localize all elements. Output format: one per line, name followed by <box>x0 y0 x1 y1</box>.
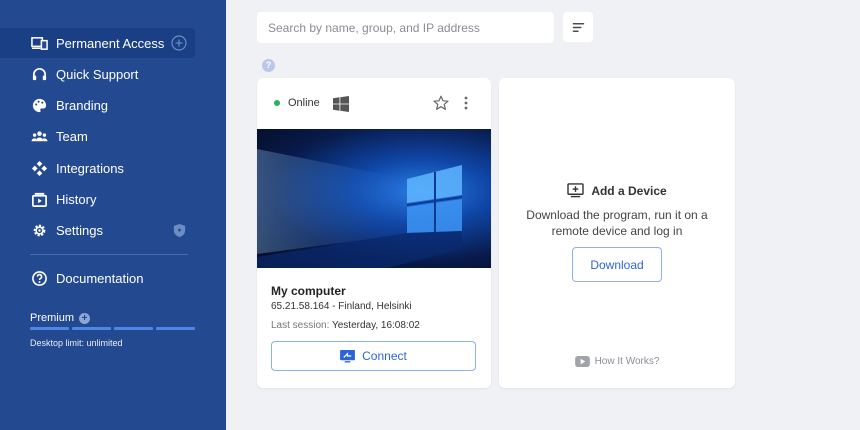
device-card[interactable]: Online My computer 65.21.58.164 - Finlan… <box>257 78 491 388</box>
sidebar-item-integrations[interactable]: Integrations <box>0 153 195 183</box>
star-icon[interactable] <box>433 95 449 111</box>
connect-label: Connect <box>362 349 407 363</box>
connect-icon <box>340 349 356 363</box>
windows-wallpaper <box>257 149 463 268</box>
last-session-label: Last session: <box>271 320 330 331</box>
headset-icon <box>30 65 48 83</box>
sidebar-item-label: Documentation <box>56 270 144 286</box>
sidebar-item-permanent-access[interactable]: Permanent Access <box>0 28 195 58</box>
sort-icon <box>572 22 584 32</box>
how-it-works-label: How It Works? <box>594 356 660 367</box>
sidebar-item-documentation[interactable]: Documentation <box>0 263 195 293</box>
plus-icon[interactable]: + <box>79 312 91 324</box>
filter-button[interactable] <box>563 12 593 42</box>
plan-label: Premium <box>30 312 75 324</box>
windows-icon <box>333 96 349 112</box>
device-ip-location: 65.21.58.164 - Finland, Helsinki <box>271 301 412 312</box>
sidebar-item-label: Integrations <box>56 160 124 176</box>
devices-icon <box>30 34 48 52</box>
sidebar-item-quick-support[interactable]: Quick Support <box>0 59 195 89</box>
plan-name: Premium + <box>30 312 91 324</box>
integrations-icon <box>30 159 48 177</box>
history-icon <box>30 190 48 208</box>
sidebar-item-label: Settings <box>56 222 103 238</box>
shield-icon <box>171 222 187 238</box>
online-dot <box>274 100 280 106</box>
help-icon[interactable]: ? <box>262 59 275 72</box>
desktop-limit: Desktop limit: unlimited <box>30 338 123 348</box>
palette-icon <box>30 96 48 114</box>
add-device-title: Add a Device <box>499 183 735 198</box>
add-device-title-text: Add a Device <box>591 183 667 198</box>
question-circle-icon <box>30 269 48 287</box>
team-icon <box>30 127 48 145</box>
sidebar-item-branding[interactable]: Branding <box>0 90 195 120</box>
add-icon[interactable] <box>171 35 187 51</box>
last-session-value: Yesterday, 16:08:02 <box>331 320 420 331</box>
sidebar-item-label: History <box>56 191 97 207</box>
sidebar-item-team[interactable]: Team <box>0 121 195 151</box>
last-session: Last session: Yesterday, 16:08:02 <box>271 320 420 331</box>
status-text: Online <box>288 97 320 109</box>
search-box[interactable] <box>257 12 554 43</box>
add-device-card: Add a Device Download the program, run i… <box>499 78 735 388</box>
more-options-icon[interactable] <box>460 95 472 111</box>
add-device-icon <box>567 183 585 198</box>
sidebar-item-label: Branding <box>56 97 109 113</box>
connect-button[interactable]: Connect <box>271 341 476 371</box>
video-icon <box>574 356 590 367</box>
sidebar: Permanent Access Quick Support Branding … <box>0 0 226 430</box>
sidebar-item-label: Quick Support <box>56 66 139 82</box>
download-button[interactable]: Download <box>572 247 662 282</box>
device-name: My computer <box>271 284 346 298</box>
gear-icon <box>30 221 48 239</box>
plan-progress <box>30 327 195 330</box>
status-badge: Online <box>274 97 320 109</box>
sidebar-item-history[interactable]: History <box>0 184 195 214</box>
sidebar-item-label: Team <box>56 128 88 144</box>
search-input[interactable] <box>268 20 554 35</box>
sidebar-item-label: Permanent Access <box>56 35 165 51</box>
desktop-preview[interactable] <box>257 129 491 268</box>
sidebar-divider <box>30 254 188 255</box>
add-device-description: Download the program, run it on a remote… <box>526 208 708 238</box>
sidebar-item-settings[interactable]: Settings <box>0 215 195 245</box>
how-it-works-link[interactable]: How It Works? <box>499 356 735 367</box>
